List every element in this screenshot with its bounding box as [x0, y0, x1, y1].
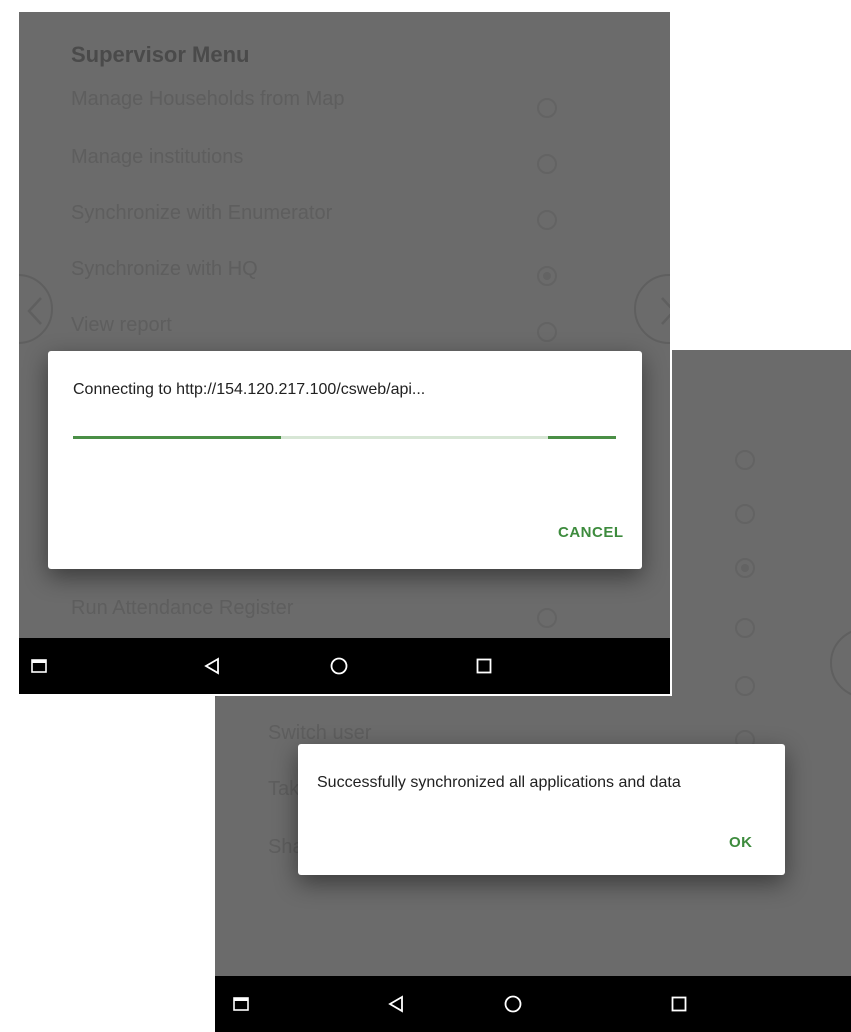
progress-indicator [548, 436, 616, 439]
window-icon [31, 659, 47, 673]
chevron-right-icon [832, 630, 851, 700]
home-circle-icon [504, 995, 522, 1013]
sync-success-dialog: Successfully synchronized all applicatio… [298, 744, 785, 875]
home-button[interactable] [493, 976, 533, 1032]
menu-item-run-attendance[interactable]: Run Attendance Register [71, 597, 293, 620]
menu-item-sync-hq[interactable]: Synchronize with HQ [71, 258, 258, 281]
ok-button[interactable]: OK [729, 834, 753, 851]
radio-button[interactable] [537, 98, 557, 118]
radio-button[interactable] [735, 450, 755, 470]
radio-button[interactable] [537, 154, 557, 174]
home-circle-icon [330, 657, 348, 675]
previous-page-button[interactable] [19, 274, 53, 344]
progress-bar [73, 436, 616, 439]
back-button[interactable] [376, 976, 416, 1032]
next-page-button[interactable] [830, 628, 851, 698]
back-triangle-icon [204, 657, 219, 675]
radio-button[interactable] [735, 504, 755, 524]
radio-button[interactable] [537, 210, 557, 230]
cancel-button[interactable]: CANCEL [558, 524, 624, 541]
recents-square-icon [671, 996, 687, 1012]
menu-item-sync-enumerator[interactable]: Synchronize with Enumerator [71, 202, 332, 225]
radio-button[interactable] [735, 618, 755, 638]
menu-item-manage-institutions[interactable]: Manage institutions [71, 146, 243, 169]
system-nav-bar [19, 638, 670, 694]
recents-square-icon [476, 658, 492, 674]
back-button[interactable] [192, 638, 232, 694]
next-page-button[interactable] [634, 274, 670, 344]
recents-button[interactable] [464, 638, 504, 694]
page-title: Supervisor Menu [71, 42, 250, 67]
radio-button-selected[interactable] [735, 558, 755, 578]
home-button[interactable] [319, 638, 359, 694]
menu-item-view-report[interactable]: View report [71, 314, 172, 337]
radio-button[interactable] [537, 608, 557, 628]
dialog-message: Connecting to http://154.120.217.100/csw… [73, 381, 426, 398]
system-nav-bar [215, 976, 851, 1032]
menu-item-manage-households[interactable]: Manage Households from Map [71, 88, 344, 111]
radio-button[interactable] [537, 322, 557, 342]
chevron-right-icon [661, 297, 670, 325]
radio-button[interactable] [735, 676, 755, 696]
progress-indicator [73, 436, 281, 439]
sync-connecting-screen: Supervisor Menu Manage Households from M… [17, 10, 672, 696]
radio-button-selected[interactable] [537, 266, 557, 286]
back-triangle-icon [388, 995, 403, 1013]
connecting-dialog: Connecting to http://154.120.217.100/csw… [48, 351, 642, 569]
window-button[interactable] [221, 976, 261, 1032]
dialog-message: Successfully synchronized all applicatio… [317, 774, 681, 791]
window-icon [233, 997, 249, 1011]
window-button[interactable] [19, 638, 59, 694]
recents-button[interactable] [659, 976, 699, 1032]
menu-item-switch-user[interactable]: Switch user [268, 722, 371, 745]
chevron-left-icon [27, 297, 42, 325]
